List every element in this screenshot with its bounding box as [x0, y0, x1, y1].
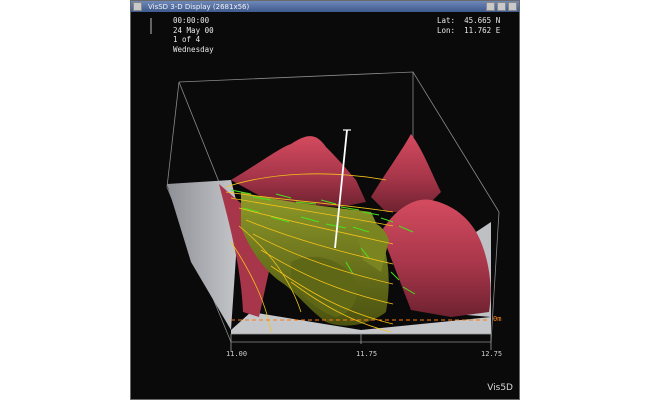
date-text: 24 May 00	[173, 25, 214, 35]
3d-viewport[interactable]: 00:00:00 24 May 00 1 of 4 Wednesday Lat:…	[131, 12, 519, 399]
window-title: VisSD 3-D Display (2681x56)	[148, 2, 250, 11]
vis5d-window: VisSD 3-D Display (2681x56) 00:00:00 24 …	[130, 0, 520, 400]
terrain-surface	[219, 134, 491, 326]
title-bar[interactable]: VisSD 3-D Display (2681x56)	[131, 1, 519, 12]
brand-label: Vis5D	[487, 383, 513, 393]
frame-counter: 1 of 4	[173, 35, 201, 44]
lon-value: 11.762 E	[464, 25, 501, 35]
time-display: 00:00:00 24 May 00 1 of 4 Wednesday	[173, 16, 214, 54]
time-text: 00:00:00	[173, 16, 210, 25]
coordinate-display: Lat: 45.665 N Lon: 11.762 E	[437, 16, 500, 35]
x-tick-label: 11.00	[226, 350, 248, 358]
lon-label: Lon:	[437, 25, 456, 35]
weekday-text: Wednesday	[173, 44, 214, 54]
close-button[interactable]	[508, 2, 517, 11]
window-menu-button[interactable]	[133, 2, 142, 11]
x-tick-label: 11.75	[356, 350, 378, 358]
lat-label: Lat:	[437, 16, 456, 25]
terrain-render	[150, 18, 500, 352]
lat-value: 45.665 N	[464, 16, 501, 25]
z-tick-label: 0m	[493, 315, 502, 323]
maximize-button[interactable]	[497, 2, 506, 11]
x-tick-label: 12.75	[481, 350, 503, 358]
minimize-button[interactable]	[486, 2, 495, 11]
